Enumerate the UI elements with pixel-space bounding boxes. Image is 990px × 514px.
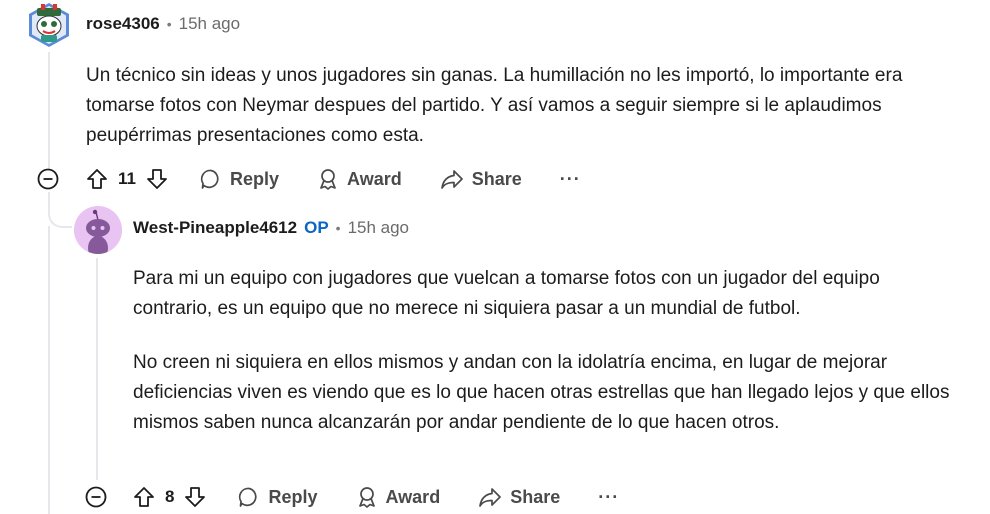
username[interactable]: West-Pineapple4612	[133, 218, 297, 238]
username[interactable]: rose4306	[86, 14, 160, 34]
comment-text: Un técnico sin ideas y unos jugadores si…	[86, 65, 903, 146]
avatar[interactable]	[74, 206, 122, 254]
vote-count: 8	[165, 487, 175, 506]
collapse-button[interactable]	[85, 486, 107, 508]
vote-count: 11	[118, 169, 136, 188]
share-label: Share	[471, 168, 522, 189]
reply-button[interactable]: Reply	[200, 168, 279, 190]
reply-label: Reply	[229, 168, 280, 189]
avatar[interactable]	[27, 2, 71, 48]
thread-line-main	[48, 52, 50, 170]
award-label: Award	[347, 168, 402, 189]
comment-body: Un técnico sin ideas y unos jugadores si…	[86, 61, 966, 151]
downvote-icon[interactable]	[146, 168, 168, 190]
collapse-button[interactable]	[37, 168, 59, 190]
comment-bubble-icon	[238, 486, 260, 508]
comment-paragraph-2: No creen ni siquiera en ellos mismos y a…	[133, 352, 950, 433]
share-button[interactable]: Share	[478, 486, 560, 508]
timestamp[interactable]: 15h ago	[348, 218, 409, 238]
reply-label: Reply	[268, 486, 318, 507]
collapse-icon	[85, 486, 107, 508]
share-icon	[440, 168, 464, 190]
award-icon	[356, 486, 378, 508]
share-button[interactable]: Share	[440, 168, 522, 190]
upvote-icon[interactable]	[86, 168, 108, 190]
comment-meta: rose4306 • 15h ago	[86, 14, 240, 34]
more-options-button[interactable]: ···	[560, 169, 581, 190]
comment-actions: 8 Reply Award Share ···	[133, 484, 619, 510]
upvote-icon[interactable]	[133, 486, 155, 508]
share-label: Share	[510, 486, 561, 507]
award-button[interactable]: Award	[317, 168, 402, 190]
award-label: Award	[385, 486, 441, 507]
comment-paragraph-1: Para mi un equipo con jugadores que vuel…	[133, 268, 880, 319]
thread-elbow	[48, 192, 72, 228]
award-icon	[317, 168, 339, 190]
thread-line-reply	[96, 258, 98, 480]
downvote-icon[interactable]	[184, 486, 206, 508]
separator-dot: •	[166, 16, 172, 32]
more-options-button[interactable]: ···	[598, 487, 619, 508]
collapse-icon	[37, 168, 59, 190]
reply-button[interactable]: Reply	[238, 486, 318, 508]
award-button[interactable]: Award	[356, 486, 441, 508]
timestamp[interactable]: 15h ago	[179, 14, 240, 34]
op-badge: OP	[304, 218, 329, 237]
more-icon: ···	[598, 486, 620, 507]
comment-meta: West-Pineapple4612 OP • 15h ago	[133, 218, 409, 238]
share-icon	[478, 486, 502, 508]
separator-dot: •	[335, 220, 341, 236]
more-icon: ···	[559, 168, 581, 189]
comment-bubble-icon	[200, 168, 222, 190]
thread-line-lower	[48, 226, 50, 514]
comment-actions: 11 Reply Award Share ···	[86, 166, 581, 192]
comment-body: Para mi un equipo con jugadores que vuel…	[133, 264, 953, 438]
